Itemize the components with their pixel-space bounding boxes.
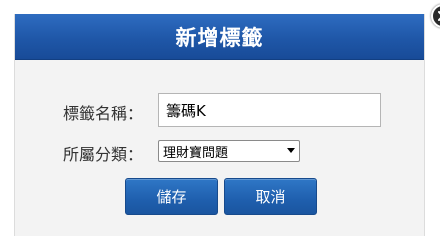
category-selected-value: 理財寶問題 bbox=[163, 145, 229, 161]
chevron-down-icon bbox=[283, 148, 299, 154]
dialog-title: 新增標籤 bbox=[175, 25, 264, 50]
tag-name-label: 標籤名稱： bbox=[63, 104, 144, 123]
category-label: 所屬分類： bbox=[63, 145, 144, 164]
cancel-button[interactable]: 取消 bbox=[224, 178, 317, 215]
dialog-title-bar: 新增標籤 bbox=[15, 14, 424, 60]
category-select[interactable]: 理財寶問題 bbox=[158, 140, 300, 162]
close-button[interactable] bbox=[431, 4, 440, 28]
save-button[interactable]: 儲存 bbox=[125, 178, 218, 215]
tag-name-input[interactable] bbox=[158, 93, 381, 127]
add-tag-dialog: 新增標籤 標籤名稱： 所屬分類： 理財寶問題 儲存 取消 bbox=[14, 4, 440, 236]
